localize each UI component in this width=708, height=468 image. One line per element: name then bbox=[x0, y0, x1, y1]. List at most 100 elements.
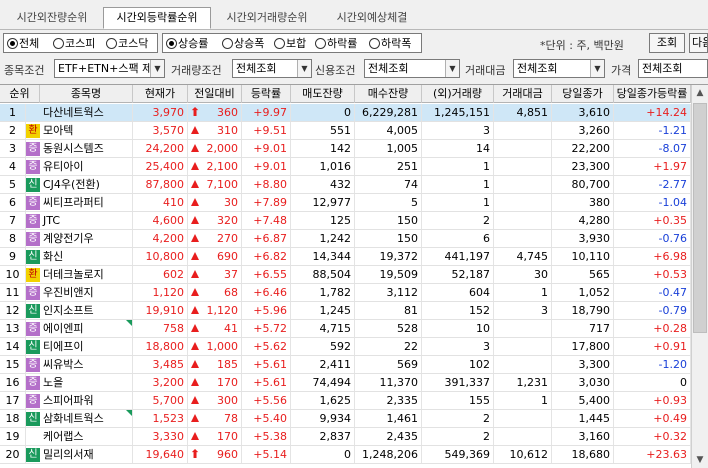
col-sell-balance[interactable]: 매도잔량 bbox=[291, 85, 355, 103]
rank-cell: 4 bbox=[0, 158, 26, 175]
trade-amount-cell bbox=[494, 194, 552, 211]
stock-name-cell[interactable]: 우진비앤지 bbox=[40, 284, 133, 301]
buy-balance-cell: 1,248,206 bbox=[355, 446, 422, 463]
buy-balance-cell: 19,509 bbox=[355, 266, 422, 283]
stock-name-cell[interactable]: 케어랩스 bbox=[40, 428, 133, 445]
scroll-up-icon[interactable]: ▲ bbox=[692, 85, 708, 102]
trade-amount-select[interactable]: 전체조회 ▼ bbox=[513, 59, 605, 78]
col-close-rate[interactable]: 당일종가등락률 bbox=[614, 85, 691, 103]
col-name[interactable]: 종목명 bbox=[40, 85, 133, 103]
tab-after-hours-rate[interactable]: 시간외등락률순위 bbox=[103, 7, 211, 29]
close-rate-cell: -0.47 bbox=[614, 284, 691, 301]
radio-sort-rise-rate[interactable]: 상승률 bbox=[166, 36, 208, 51]
stock-name-cell[interactable]: 인지소프트 bbox=[40, 302, 133, 319]
col-rank[interactable]: 순위 bbox=[0, 85, 40, 103]
stock-name-cell[interactable]: 티에프이 bbox=[40, 338, 133, 355]
table-row[interactable]: 3 증 동원시스템즈 24,200 2,000 +9.01 142 1,005 14 22,200… bbox=[0, 140, 708, 158]
table-row[interactable]: 7 증 JTC 4,600 320 +7.48 125 150 2 4,280 +0.35 bbox=[0, 212, 708, 230]
col-price[interactable]: 현재가 bbox=[133, 85, 188, 103]
radio-market-kosdaq[interactable]: 코스닥 bbox=[106, 36, 148, 51]
table-row[interactable]: 11 증 우진비앤지 1,120 68 +6.46 1,782 3,112 604 1 1,052-… bbox=[0, 284, 708, 302]
scroll-thumb[interactable] bbox=[693, 103, 707, 333]
volume-cell: 1 bbox=[422, 176, 494, 193]
table-row[interactable]: 13 증 에이엔피 758 41 +5.72 4,715 528 10 717 +0.28 bbox=[0, 320, 708, 338]
item-condition-select[interactable]: ETF+ETN+스팩 제외 ▼ bbox=[54, 59, 165, 78]
table-row[interactable]: 2 환 모아텍 3,570 310 +9.51 551 4,005 3 3,260 -1.21 bbox=[0, 122, 708, 140]
triangle-up-icon bbox=[191, 180, 199, 188]
col-trade-amount[interactable]: 거래대금 bbox=[494, 85, 552, 103]
up-triangle-icon bbox=[188, 140, 202, 157]
stock-name-cell[interactable]: 노을 bbox=[40, 374, 133, 391]
stock-name-cell[interactable]: 모아텍 bbox=[40, 122, 133, 139]
stock-name-cell[interactable]: 동원시스템즈 bbox=[40, 140, 133, 157]
stock-name-cell[interactable]: 스피어파워 bbox=[40, 392, 133, 409]
radio-dot-icon bbox=[274, 38, 285, 49]
table-row[interactable]: 4 증 유티아이 25,400 2,100 +9.01 1,016 251 1 23,300 +1.… bbox=[0, 158, 708, 176]
price-select[interactable]: 전체조회 bbox=[638, 59, 708, 78]
stock-name-cell[interactable]: 씨티프라퍼티 bbox=[40, 194, 133, 211]
stock-name-cell[interactable]: 밀리의서재 bbox=[40, 446, 133, 463]
tab-after-hours-volume[interactable]: 시간외거래량순위 bbox=[214, 8, 320, 30]
table-row[interactable]: 16 증 노을 3,200 170 +5.61 74,494 11,370 391,337 1,2… bbox=[0, 374, 708, 392]
table-row[interactable]: 19 케어랩스 3,330 170 +5.38 2,837 2,435 2 3,160 +0.32 bbox=[0, 428, 708, 446]
buy-balance-cell: 569 bbox=[355, 356, 422, 373]
table-row[interactable]: 1 다산네트웍스 3,970 ⬆ 360 +9.97 0 6,229,281 1,245,151… bbox=[0, 104, 708, 122]
col-buy-balance[interactable]: 매수잔량 bbox=[355, 85, 422, 103]
tab-after-hours-balance[interactable]: 시간외잔량순위 bbox=[4, 8, 100, 30]
sell-balance-cell: 1,242 bbox=[291, 230, 355, 247]
close-rate-cell: -1.20 bbox=[614, 356, 691, 373]
rank-cell: 3 bbox=[0, 140, 26, 157]
table-row[interactable]: 10 환 더테크놀로지 602 37 +6.55 88,504 19,509 52,187 30 5… bbox=[0, 266, 708, 284]
stock-name-cell[interactable]: 삼화네트웍스 bbox=[40, 410, 133, 427]
close-price-cell: 3,930 bbox=[552, 230, 614, 247]
stock-name-cell[interactable]: 에이엔피 bbox=[40, 320, 133, 337]
stock-name-cell[interactable]: 화신 bbox=[40, 248, 133, 265]
stock-status-badge: 환 bbox=[26, 268, 40, 282]
close-rate-cell: +0.93 bbox=[614, 392, 691, 409]
vertical-scrollbar[interactable]: ▲ ▼ bbox=[691, 85, 708, 468]
table-row[interactable]: 14 신 티에프이 18,800 1,000 +5.62 592 22 3 17,800 +0.91 bbox=[0, 338, 708, 356]
col-volume[interactable]: (외)거래량 bbox=[422, 85, 494, 103]
radio-market-all[interactable]: 전체 bbox=[7, 36, 39, 51]
up-triangle-icon bbox=[188, 356, 202, 373]
volume-condition-select[interactable]: 전체조회 ▼ bbox=[232, 59, 312, 78]
stock-status-badge: 증 bbox=[26, 142, 40, 156]
table-row[interactable]: 18 신 삼화네트웍스 1,523 78 +5.40 9,934 1,461 2 1,445 +0.… bbox=[0, 410, 708, 428]
stock-name-cell[interactable]: 씨유박스 bbox=[40, 356, 133, 373]
table-row[interactable]: 20 신 밀리의서재 19,640 ⬆ 960 +5.14 0 1,248,206 549,369… bbox=[0, 446, 708, 464]
query-button[interactable]: 조회 bbox=[649, 33, 685, 53]
stock-name-cell[interactable]: JTC bbox=[40, 212, 133, 229]
rate-cell: +5.61 bbox=[242, 356, 291, 373]
radio-sort-fall-rate[interactable]: 하락률 bbox=[315, 36, 357, 51]
radio-sort-rise-amount[interactable]: 상승폭 bbox=[222, 36, 264, 51]
col-rate[interactable]: 등락률 bbox=[242, 85, 291, 103]
tab-after-hours-expected[interactable]: 시간외예상체결 bbox=[324, 8, 420, 30]
stock-name-cell[interactable]: 더테크놀로지 bbox=[40, 266, 133, 283]
rank-cell: 13 bbox=[0, 320, 26, 337]
rank-cell: 14 bbox=[0, 338, 26, 355]
col-change[interactable]: 전일대비 bbox=[188, 85, 242, 103]
col-close[interactable]: 당일종가 bbox=[552, 85, 614, 103]
sell-balance-cell: 125 bbox=[291, 212, 355, 229]
radio-sort-flat[interactable]: 보합 bbox=[274, 36, 306, 51]
table-row[interactable]: 5 신 CJ4우(전환) 87,800 7,100 +8.80 432 74 1 80,700 -2… bbox=[0, 176, 708, 194]
rate-cell: +5.61 bbox=[242, 374, 291, 391]
stock-name-cell[interactable]: 계양전기우 bbox=[40, 230, 133, 247]
stock-name-cell[interactable]: CJ4우(전환) bbox=[40, 176, 133, 193]
table-row[interactable]: 6 증 씨티프라퍼티 410 30 +7.89 12,977 5 1 380 -1.04 bbox=[0, 194, 708, 212]
stock-name-cell[interactable]: 다산네트웍스 bbox=[40, 104, 133, 121]
table-row[interactable]: 8 증 계양전기우 4,200 270 +6.87 1,242 150 6 3,930 -0.76 bbox=[0, 230, 708, 248]
table-row[interactable]: 15 증 씨유박스 3,485 185 +5.61 2,411 569 102 3,300 -1.2… bbox=[0, 356, 708, 374]
next-button[interactable]: 다음 bbox=[689, 33, 708, 53]
credit-condition-select[interactable]: 전체조회 ▼ bbox=[364, 59, 460, 78]
table-row[interactable]: 12 신 인지소프트 19,910 1,120 +5.96 1,245 81 152 3 18,79… bbox=[0, 302, 708, 320]
radio-market-kospi[interactable]: 코스피 bbox=[53, 36, 95, 51]
up-triangle-icon bbox=[188, 266, 202, 283]
table-row[interactable]: 17 증 스피어파워 5,700 300 +5.56 1,625 2,335 155 1 5,400… bbox=[0, 392, 708, 410]
radio-sort-fall-amount[interactable]: 하락폭 bbox=[369, 36, 411, 51]
volume-cell: 604 bbox=[422, 284, 494, 301]
stock-name-cell[interactable]: 유티아이 bbox=[40, 158, 133, 175]
scroll-down-icon[interactable]: ▼ bbox=[692, 452, 708, 468]
sell-balance-cell: 142 bbox=[291, 140, 355, 157]
table-row[interactable]: 9 신 화신 10,800 690 +6.82 14,344 19,372 441,197 4,7… bbox=[0, 248, 708, 266]
